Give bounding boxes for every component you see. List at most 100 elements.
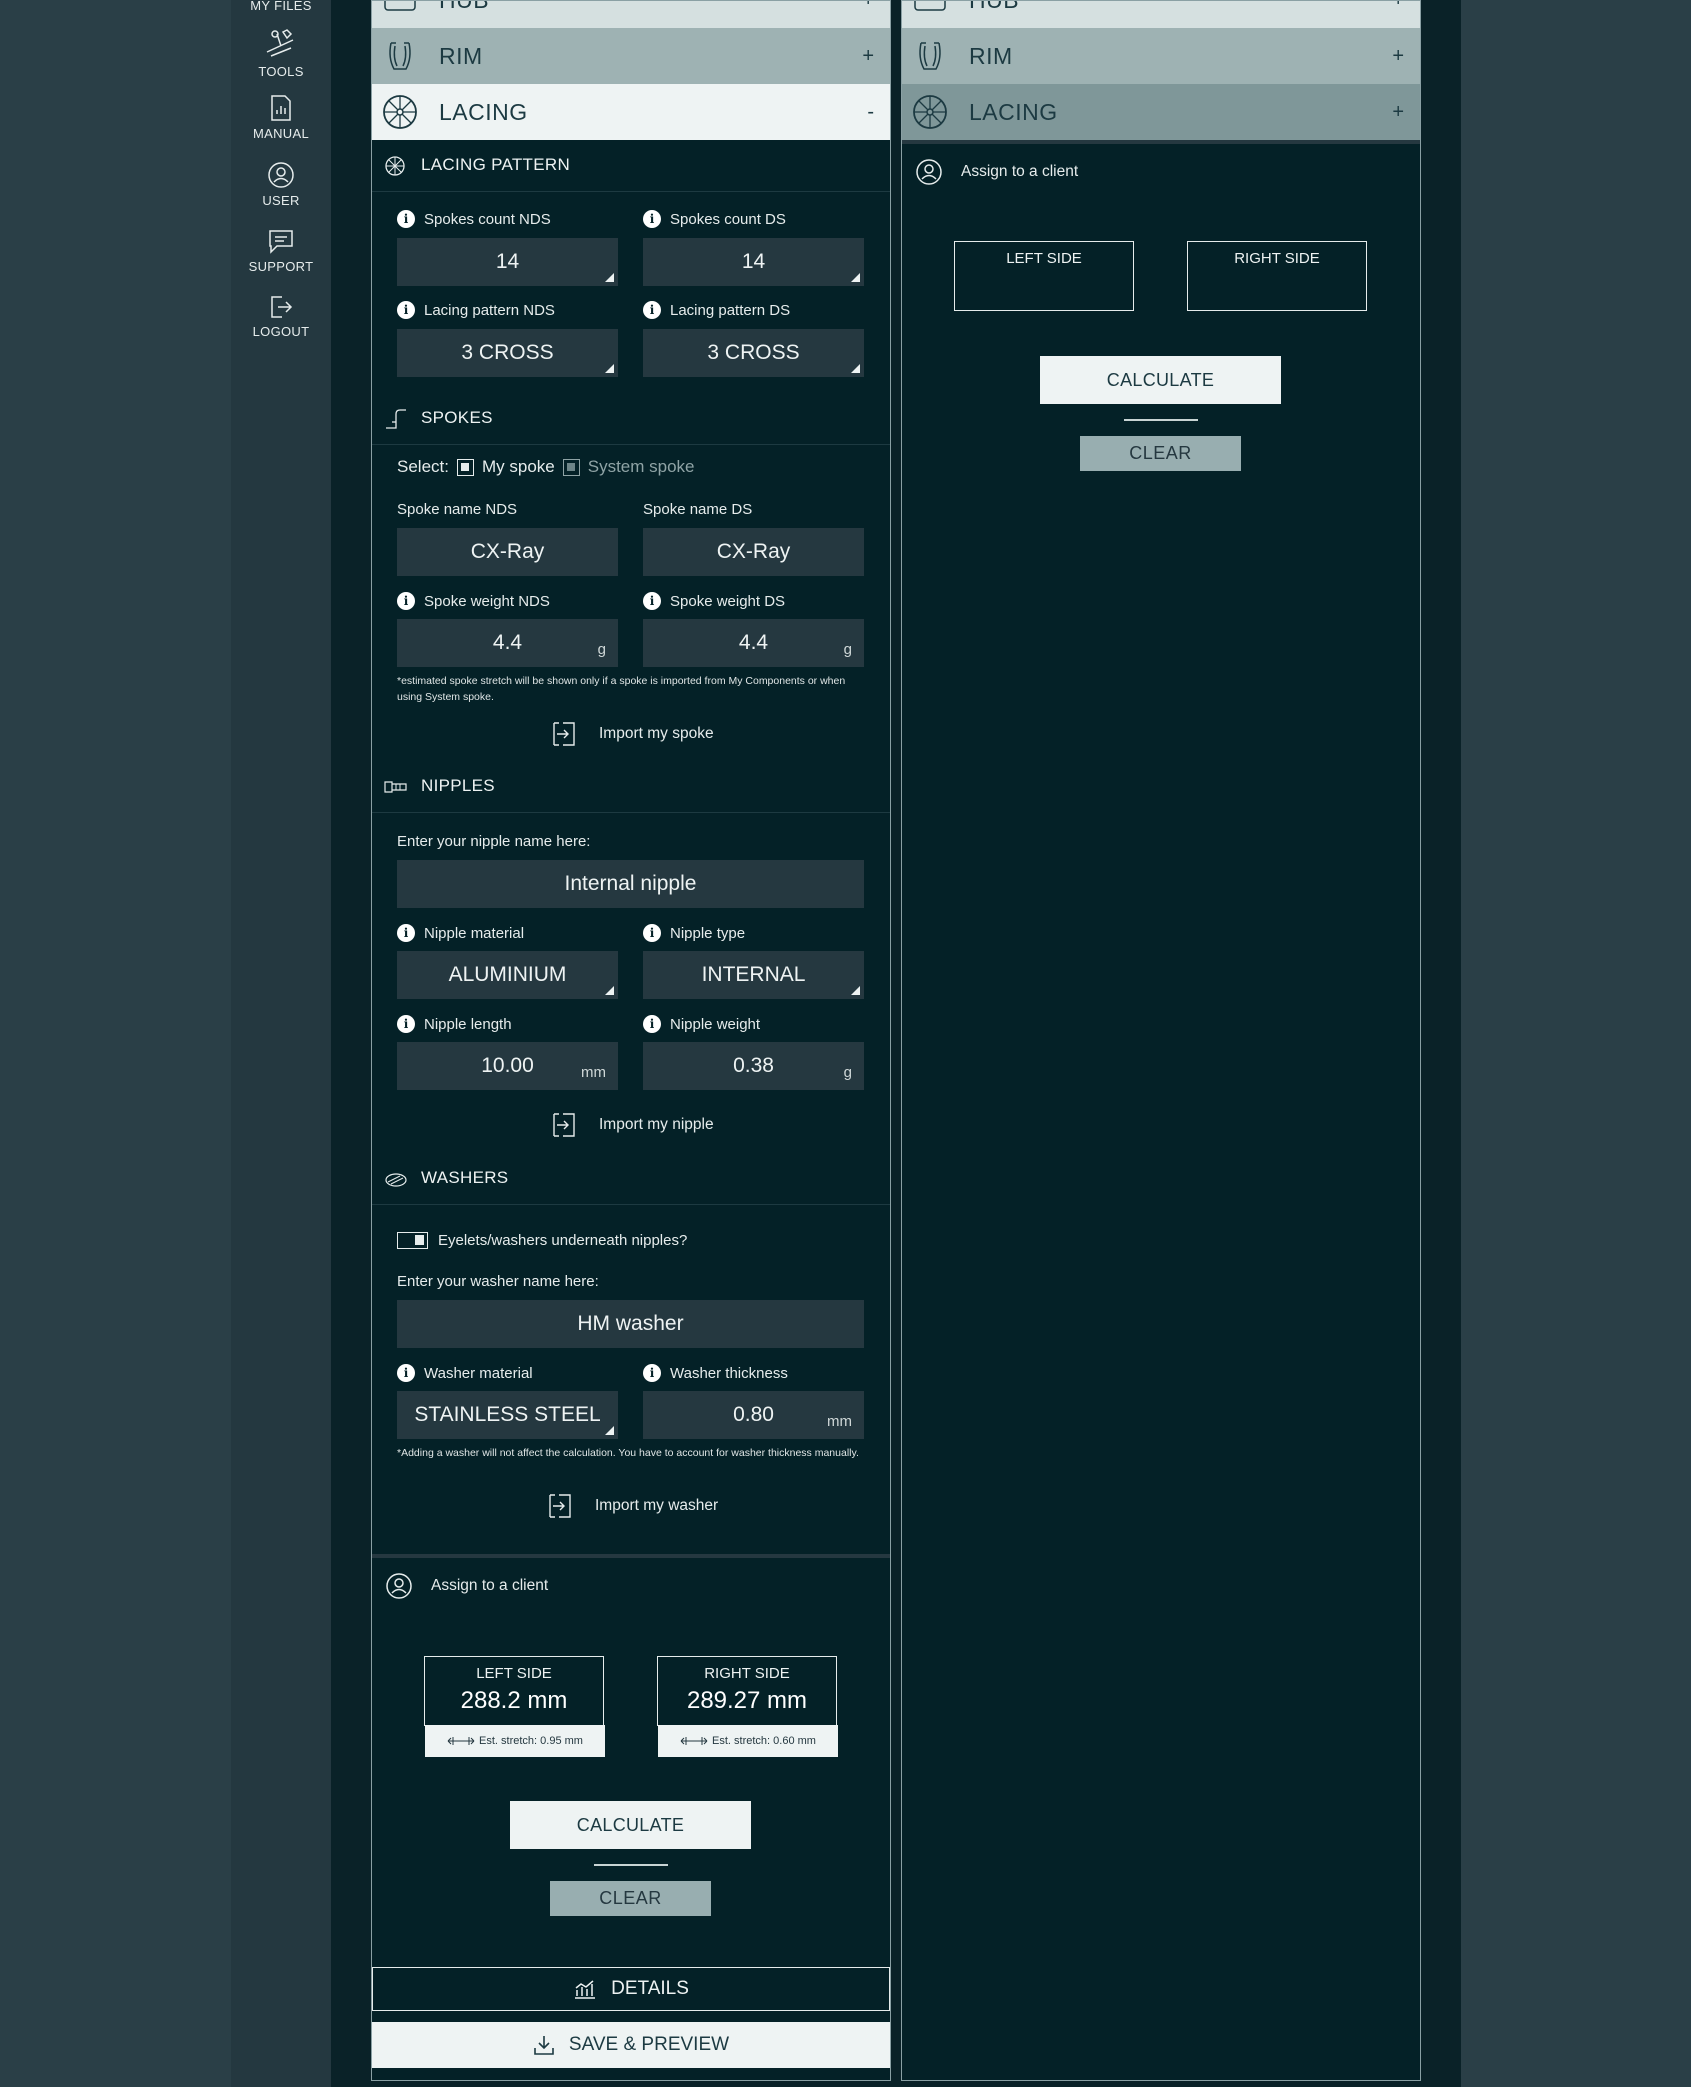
sidebar-item-support[interactable]: SUPPORT: [231, 227, 331, 274]
import-icon: [553, 722, 575, 746]
washer-material-label: i Washer material: [397, 1364, 533, 1382]
section-title: LACING PATTERN: [421, 155, 571, 174]
label-text: Enter your nipple name here:: [397, 833, 591, 850]
lacing-pattern-nds-label: i Lacing pattern NDS: [397, 301, 555, 319]
washer-name-input[interactable]: HM washer: [397, 1300, 864, 1348]
lacing-pattern-nds-select[interactable]: 3 CROSS: [397, 329, 618, 377]
accordion-lacing[interactable]: LACING -: [372, 84, 890, 140]
accordion-rim[interactable]: RIM +: [372, 28, 890, 84]
input-value: 10.00: [481, 1054, 534, 1077]
dropdown-corner-icon: [851, 364, 860, 373]
spoke-weight-nds-input[interactable]: 4.4 g: [397, 619, 618, 667]
download-icon: [534, 2036, 554, 2055]
spoke-name-ds-label: Spoke name DS: [643, 501, 752, 518]
import-label: Import my nipple: [599, 1116, 714, 1133]
sidebar-item-my-files[interactable]: MY FILES: [231, 0, 331, 13]
section-divider: [902, 140, 1420, 144]
section-title: SPOKES: [421, 408, 493, 427]
stretch-row: Est. stretch: 0.60 mm: [658, 1725, 838, 1757]
system-spoke-checkbox[interactable]: [562, 458, 580, 476]
spokes-count-ds-label: i Spokes count DS: [643, 210, 786, 228]
info-icon[interactable]: i: [397, 924, 415, 942]
label-text: Lacing pattern NDS: [424, 301, 555, 319]
clear-button[interactable]: CLEAR: [550, 1881, 711, 1916]
my-spoke-checkbox[interactable]: [456, 458, 474, 476]
unit-label: mm: [581, 1064, 606, 1081]
info-icon[interactable]: i: [643, 1015, 661, 1033]
assign-label: Assign to a client: [961, 163, 1079, 180]
nipple-name-prompt: Enter your nipple name here:: [397, 833, 590, 850]
washer-toggle[interactable]: [397, 1232, 428, 1249]
dropdown-corner-icon: [851, 273, 860, 282]
info-icon[interactable]: i: [643, 1364, 661, 1382]
wheel-icon: [383, 95, 417, 129]
stretch-text: Est. stretch: 0.60 mm: [712, 1735, 816, 1747]
save-preview-button[interactable]: SAVE & PREVIEW: [372, 2022, 890, 2068]
support-icon: [269, 230, 293, 254]
info-icon[interactable]: i: [397, 1364, 415, 1382]
info-icon[interactable]: i: [643, 924, 661, 942]
left-side-result: LEFT SIDE: [954, 241, 1134, 311]
washer-material-select[interactable]: STAINLESS STEEL: [397, 1391, 618, 1439]
spokes-count-nds-select[interactable]: 14: [397, 238, 618, 286]
label-text: Nipple type: [670, 924, 746, 942]
label-text: Washer material: [424, 1364, 533, 1382]
expand-icon[interactable]: +: [862, 1, 874, 12]
info-icon[interactable]: i: [643, 301, 661, 319]
accordion-lacing[interactable]: LACING +: [902, 84, 1420, 140]
sidebar-item-user[interactable]: USER: [231, 161, 331, 208]
select-value: 3 CROSS: [461, 341, 554, 364]
assign-client-button[interactable]: Assign to a client: [915, 158, 1078, 186]
info-icon[interactable]: i: [397, 301, 415, 319]
nipple-weight-input[interactable]: 0.38 g: [643, 1042, 864, 1090]
expand-icon[interactable]: +: [1392, 1, 1404, 12]
info-icon[interactable]: i: [643, 210, 661, 228]
spokes-count-ds-select[interactable]: 14: [643, 238, 864, 286]
accordion-hub[interactable]: HUB +: [372, 1, 890, 28]
input-value: Internal nipple: [564, 872, 697, 895]
accordion-rim[interactable]: RIM +: [902, 28, 1420, 84]
sidebar-item-label: TOOLS: [258, 64, 304, 79]
label-text: Enter your washer name here:: [397, 1273, 599, 1290]
washer-name-prompt: Enter your washer name here:: [397, 1273, 599, 1290]
nipple-name-input[interactable]: Internal nipple: [397, 860, 864, 908]
wheel-icon: [913, 95, 947, 129]
sidebar-item-label: USER: [262, 193, 300, 208]
calculate-button[interactable]: CALCULATE: [1040, 356, 1281, 404]
info-icon[interactable]: i: [397, 592, 415, 610]
calculate-button[interactable]: CALCULATE: [510, 1801, 751, 1849]
collapse-icon[interactable]: -: [867, 101, 874, 124]
sidebar-item-label: LOGOUT: [252, 324, 310, 339]
hub-icon: [914, 1, 946, 11]
info-icon[interactable]: i: [397, 210, 415, 228]
lacing-pattern-ds-select[interactable]: 3 CROSS: [643, 329, 864, 377]
details-button[interactable]: DETAILS: [372, 1967, 890, 2011]
import-nipple-button[interactable]: Import my nipple: [551, 1112, 714, 1138]
sidebar-item-logout[interactable]: LOGOUT: [231, 294, 331, 339]
info-icon[interactable]: i: [397, 1015, 415, 1033]
chart-icon: [575, 1980, 596, 1999]
spoke-weight-ds-input[interactable]: 4.4 g: [643, 619, 864, 667]
washer-thickness-input[interactable]: 0.80 mm: [643, 1391, 864, 1439]
nipple-length-input[interactable]: 10.00 mm: [397, 1042, 618, 1090]
import-spoke-button[interactable]: Import my spoke: [551, 721, 714, 747]
spoke-name-ds-input[interactable]: CX-Ray: [643, 528, 864, 576]
nipple-material-select[interactable]: ALUMINIUM: [397, 951, 618, 999]
label-text: Spoke name NDS: [397, 501, 518, 518]
label-text: Lacing pattern DS: [670, 301, 791, 319]
nipple-type-label: i Nipple type: [643, 924, 745, 942]
clear-button[interactable]: CLEAR: [1080, 436, 1241, 471]
assign-client-button[interactable]: Assign to a client: [385, 1572, 548, 1600]
sidebar-item-manual[interactable]: MANUAL: [231, 94, 331, 141]
spoke-name-nds-input[interactable]: CX-Ray: [397, 528, 618, 576]
import-washer-button[interactable]: Import my washer: [547, 1493, 718, 1519]
expand-icon[interactable]: +: [1392, 45, 1404, 68]
rim-icon: [389, 42, 411, 70]
nipple-type-select[interactable]: INTERNAL: [643, 951, 864, 999]
sidebar-item-tools[interactable]: TOOLS: [231, 26, 331, 79]
accordion-hub[interactable]: HUB +: [902, 1, 1420, 28]
label-text: Washer thickness: [670, 1364, 788, 1382]
info-icon[interactable]: i: [643, 592, 661, 610]
expand-icon[interactable]: +: [1392, 101, 1404, 124]
expand-icon[interactable]: +: [862, 45, 874, 68]
